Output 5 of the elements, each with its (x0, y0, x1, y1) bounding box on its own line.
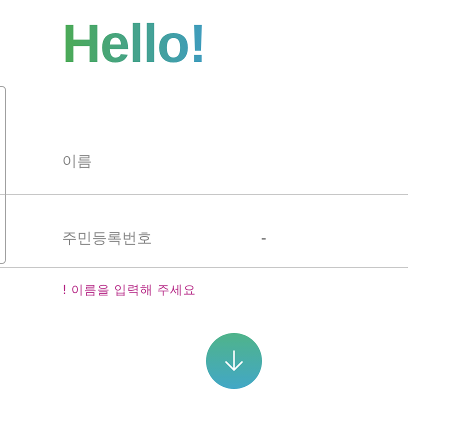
field-label: 이름 (62, 152, 93, 170)
arrow-down-icon (224, 350, 244, 372)
error-message: ! 이름을 입력해 주세요 (62, 282, 197, 299)
separator-text: - (261, 229, 266, 247)
field-label: 주민등록번호 (62, 228, 153, 248)
